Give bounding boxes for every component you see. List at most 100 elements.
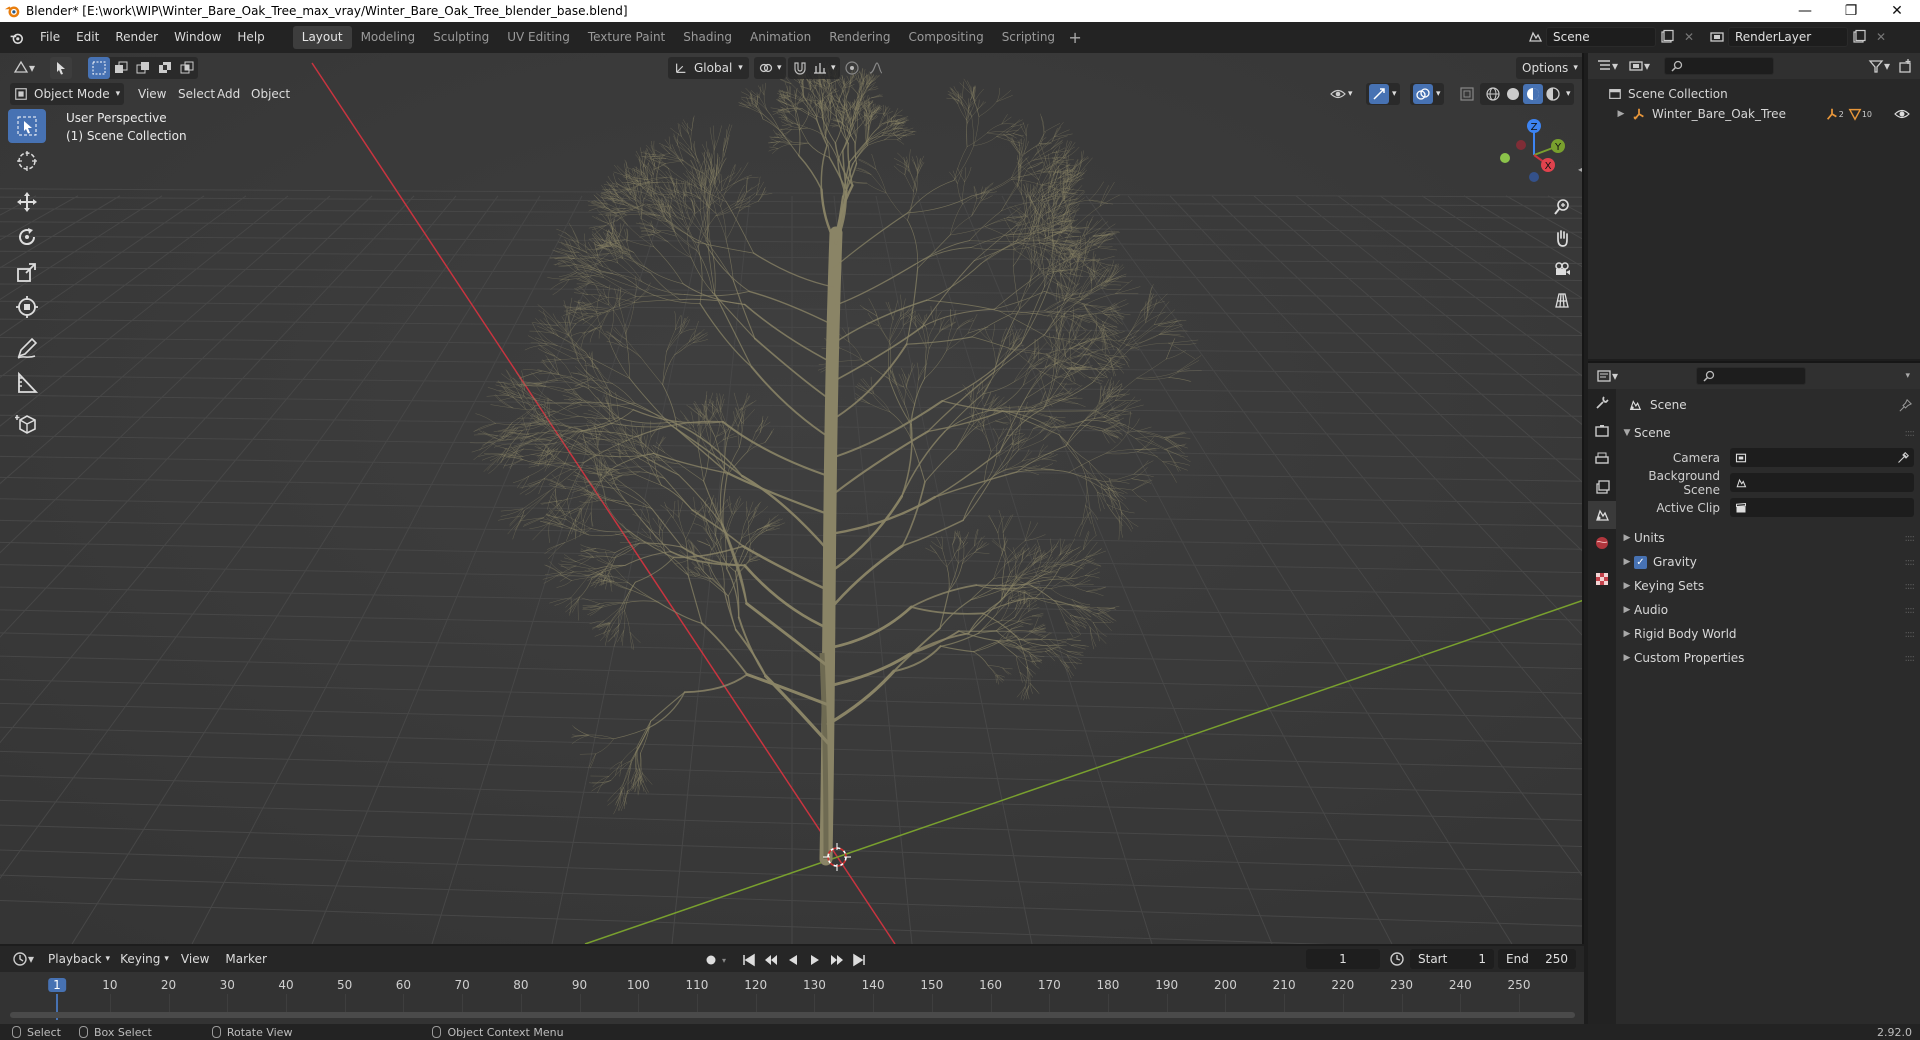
tab-tool[interactable] xyxy=(1588,389,1616,417)
end-frame-field[interactable]: End 250 xyxy=(1498,949,1576,969)
display-mode-icon[interactable]: ▾ xyxy=(1624,55,1654,77)
delete-scene-icon[interactable]: ✕ xyxy=(1678,26,1700,48)
blender-menu-icon[interactable] xyxy=(6,27,28,49)
visibility-eye-icon[interactable] xyxy=(1894,106,1910,122)
scene-name-field[interactable]: Scene xyxy=(1546,27,1656,47)
new-scene-icon[interactable] xyxy=(1656,26,1678,48)
play-icon[interactable] xyxy=(804,949,826,971)
tab-sculpting[interactable]: Sculpting xyxy=(424,26,498,49)
rendered-shading-icon[interactable] xyxy=(1543,84,1563,104)
jump-end-icon[interactable] xyxy=(848,949,870,971)
select-difference-icon[interactable] xyxy=(154,57,176,79)
outliner-search-input[interactable] xyxy=(1664,57,1774,75)
select-subtract-icon[interactable] xyxy=(132,57,154,79)
timeline-menu-view[interactable]: View xyxy=(173,946,217,972)
delete-view-layer-icon[interactable]: ✕ xyxy=(1870,26,1892,48)
auto-keying-record-icon[interactable] xyxy=(700,949,722,971)
minimize-button[interactable]: — xyxy=(1782,0,1828,22)
preview-range-clock-icon[interactable] xyxy=(1386,948,1408,970)
tab-scripting[interactable]: Scripting xyxy=(993,26,1064,49)
select-extend-icon[interactable] xyxy=(110,57,132,79)
overlays-toggle-icon[interactable] xyxy=(1413,84,1433,104)
playback-menu[interactable]: Playback ▾ xyxy=(48,948,110,970)
material-shading-icon[interactable] xyxy=(1523,84,1543,104)
annotate-tool[interactable] xyxy=(8,331,46,365)
background-scene-field[interactable] xyxy=(1730,473,1914,492)
pan-hand-icon[interactable] xyxy=(1548,224,1576,252)
restore-button[interactable]: ❐ xyxy=(1828,0,1874,22)
options-dropdown[interactable]: Options ▾ xyxy=(1516,57,1582,79)
drag-handle-icon[interactable]: :::: xyxy=(1905,629,1916,640)
gizmo-group[interactable]: ▾ xyxy=(1366,83,1400,105)
current-frame-field[interactable]: 1 xyxy=(1306,949,1380,969)
orientation-dropdown[interactable]: Global ▾ xyxy=(668,57,749,79)
add-workspace-button[interactable]: + xyxy=(1064,27,1086,49)
transform-tool[interactable] xyxy=(8,290,46,324)
add-cube-tool[interactable] xyxy=(8,407,46,441)
shading-group[interactable]: ▾ xyxy=(1480,83,1574,105)
xray-toggle-icon[interactable] xyxy=(1456,83,1478,105)
tab-world[interactable] xyxy=(1588,529,1616,557)
tab-render[interactable] xyxy=(1588,417,1616,445)
mode-dropdown[interactable]: Object Mode ▾ xyxy=(10,83,125,105)
close-window-button[interactable]: ✕ xyxy=(1874,0,1920,22)
scene-browse-icon[interactable] xyxy=(1524,26,1546,48)
drag-handle-icon[interactable]: :::: xyxy=(1905,428,1916,439)
tab-shading[interactable]: Shading xyxy=(674,26,741,49)
tab-rendering[interactable]: Rendering xyxy=(820,26,899,49)
timeline-menu-marker[interactable]: Marker xyxy=(217,946,274,972)
measure-tool[interactable] xyxy=(8,366,46,400)
menu-help[interactable]: Help xyxy=(229,22,272,53)
eyedropper-icon[interactable] xyxy=(1897,451,1909,464)
viewport-menu-view[interactable]: View xyxy=(131,83,173,105)
tab-uv-editing[interactable]: UV Editing xyxy=(498,26,579,49)
drag-handle-icon[interactable]: :::: xyxy=(1905,533,1916,544)
gravity-panel[interactable]: ▶ ✓ Gravity :::: xyxy=(1620,550,1918,574)
visibility-group[interactable]: ▾ xyxy=(1330,83,1353,105)
prev-keyframe-icon[interactable] xyxy=(760,949,782,971)
next-keyframe-icon[interactable] xyxy=(826,949,848,971)
outliner-editor-type-icon[interactable]: ▾ xyxy=(1592,55,1622,77)
timeline-ruler[interactable]: 1 10 20 30 40 50 60 70 80 90 100 110 120 130 140 150 160… xyxy=(0,972,1584,1024)
perspective-ortho-icon[interactable] xyxy=(1548,286,1576,314)
select-intersect-icon[interactable] xyxy=(176,57,198,79)
audio-panel[interactable]: ▶ Audio :::: xyxy=(1620,598,1918,622)
zoom-icon[interactable] xyxy=(1548,193,1576,221)
viewport-menu-object[interactable]: Object xyxy=(244,83,297,105)
gizmo-toggle-icon[interactable] xyxy=(1369,84,1389,104)
outliner-item-tree[interactable]: ▶ Winter_Bare_Oak_Tree 2 10 xyxy=(1588,104,1920,124)
units-panel[interactable]: ▶ Units :::: xyxy=(1620,526,1918,550)
tab-animation[interactable]: Animation xyxy=(741,26,820,49)
pivot-dropdown[interactable]: ▾ xyxy=(754,57,786,79)
cursor-tool[interactable] xyxy=(8,144,46,178)
select-tool-mode-icon[interactable] xyxy=(50,57,72,79)
tab-modeling[interactable]: Modeling xyxy=(352,26,425,49)
jump-start-icon[interactable] xyxy=(738,949,760,971)
keying-sets-panel[interactable]: ▶ Keying Sets :::: xyxy=(1620,574,1918,598)
properties-search-input[interactable] xyxy=(1696,367,1806,385)
3d-viewport[interactable]: ▾ Global ▾ ▾ ▾ Options ▾ Object Mode ▾ V… xyxy=(0,53,1584,944)
play-reverse-icon[interactable] xyxy=(782,949,804,971)
drag-handle-icon[interactable]: :::: xyxy=(1905,653,1916,664)
tab-output[interactable] xyxy=(1588,445,1616,473)
menu-window[interactable]: Window xyxy=(166,22,229,53)
active-clip-field[interactable] xyxy=(1730,498,1914,517)
expand-arrow-icon[interactable]: ▶ xyxy=(1614,109,1628,119)
proportional-edit-group[interactable] xyxy=(844,57,884,79)
solid-shading-icon[interactable] xyxy=(1503,84,1523,104)
scale-tool[interactable] xyxy=(8,255,46,289)
menu-render[interactable]: Render xyxy=(107,22,166,53)
drag-handle-icon[interactable]: :::: xyxy=(1905,581,1916,592)
new-collection-icon[interactable] xyxy=(1894,55,1916,77)
select-new-icon[interactable] xyxy=(88,57,110,79)
menu-edit[interactable]: Edit xyxy=(68,22,107,53)
tab-layout[interactable]: Layout xyxy=(292,26,352,49)
filter-icon[interactable]: ▾ xyxy=(1864,55,1894,77)
camera-view-icon[interactable] xyxy=(1548,255,1576,283)
drag-handle-icon[interactable]: :::: xyxy=(1905,557,1916,568)
drag-handle-icon[interactable]: :::: xyxy=(1905,605,1916,616)
select-box-tool[interactable] xyxy=(8,109,46,143)
view-layer-field[interactable]: RenderLayer xyxy=(1728,27,1848,47)
tab-view-layer[interactable] xyxy=(1588,473,1616,501)
move-tool[interactable] xyxy=(8,185,46,219)
